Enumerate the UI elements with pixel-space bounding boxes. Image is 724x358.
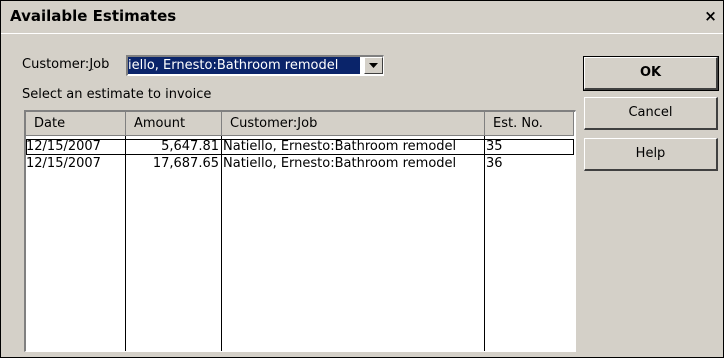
window-title: Available Estimates	[10, 7, 177, 25]
cell-customer-job: Natiello, Ernesto:Bathroom remodel	[223, 139, 457, 154]
customer-job-label: Customer:Job	[22, 57, 109, 72]
cell-customer-job: Natiello, Ernesto:Bathroom remodel	[223, 156, 457, 171]
chevron-down-icon	[369, 63, 378, 68]
column-header-customer-job[interactable]: Customer:Job	[222, 112, 485, 136]
help-button[interactable]: Help	[584, 138, 718, 171]
cell-date: 12/15/2007	[26, 156, 101, 171]
customer-job-value-text: iello, Ernesto:Bathroom remodel	[128, 58, 339, 73]
available-estimates-dialog: Available Estimates × Customer:Job iello…	[0, 0, 724, 358]
cell-amount: 5,647.81	[161, 139, 219, 154]
table-row[interactable]: 12/15/2007 5,647.81 Natiello, Ernesto:Ba…	[26, 139, 574, 155]
column-header-est-no[interactable]: Est. No.	[485, 112, 574, 136]
column-header-date[interactable]: Date	[26, 112, 126, 136]
cell-est-no: 36	[486, 156, 503, 171]
close-icon[interactable]: ×	[702, 7, 719, 25]
customer-job-combobox[interactable]: iello, Ernesto:Bathroom remodel	[126, 55, 384, 76]
cancel-button[interactable]: Cancel	[584, 97, 718, 130]
dropdown-arrow-button[interactable]	[364, 57, 383, 74]
cell-date: 12/15/2007	[26, 139, 101, 154]
customer-job-label-prefix: Customer:	[22, 57, 90, 72]
column-header-amount[interactable]: Amount	[126, 112, 222, 136]
ok-button[interactable]: OK	[583, 56, 719, 91]
instruction-label: Select an estimate to invoice	[22, 87, 212, 102]
cell-amount: 17,687.65	[152, 156, 219, 171]
cell-est-no: 35	[486, 139, 503, 154]
customer-job-label-suffix: ob	[93, 57, 110, 72]
table-row[interactable]: 12/15/2007 17,687.65 Natiello, Ernesto:B…	[26, 156, 574, 172]
customer-job-value[interactable]: iello, Ernesto:Bathroom remodel	[128, 57, 360, 74]
title-bar[interactable]: Available Estimates ×	[1, 1, 723, 34]
estimates-list[interactable]: Date Amount Customer:Job Est. No. 12/15/…	[24, 110, 576, 352]
